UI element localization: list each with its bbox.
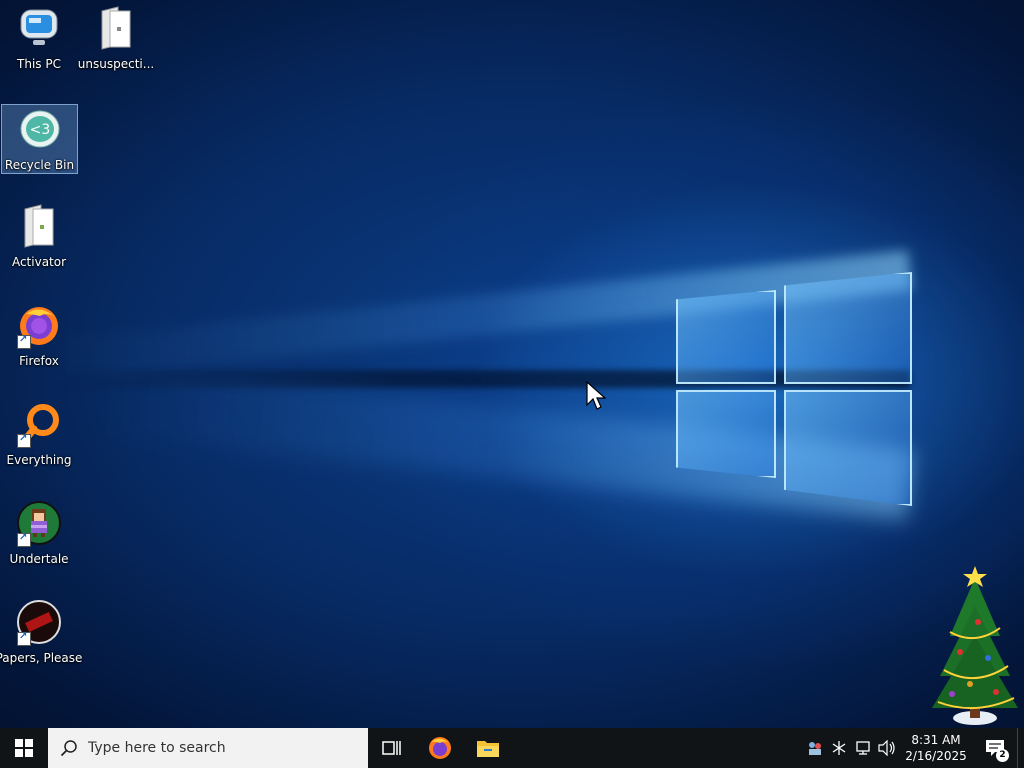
tray-app-icon[interactable]	[803, 728, 827, 768]
shortcut-arrow-icon	[17, 433, 31, 448]
system-tray: 8:31 AM 2/16/2025 2	[803, 728, 1024, 768]
tray-volume-button[interactable]	[875, 728, 899, 768]
file-explorer-icon	[477, 741, 499, 757]
wallpaper-windows-logo-pane	[676, 390, 776, 478]
desktop-icon-recycle-bin[interactable]: <3 Recycle Bin	[1, 104, 78, 174]
tray-snowflake-button[interactable]	[827, 728, 851, 768]
taskbar: Type here to search 8:31 AM 2/16/2025 2	[0, 728, 1024, 768]
wallpaper-light-beam	[42, 250, 913, 381]
christmas-tree-widget-icon[interactable]	[930, 566, 1020, 728]
firefox-icon	[15, 301, 63, 349]
desktop-icon-papers-please[interactable]: Papers, Please	[0, 598, 82, 668]
volume-icon	[878, 740, 895, 756]
shortcut-arrow-icon	[17, 532, 31, 547]
mouse-pointer-icon	[586, 381, 606, 410]
desktop-icon-everything[interactable]: Everything	[1, 400, 77, 470]
svg-text:<3: <3	[29, 122, 50, 138]
clock-time: 8:31 AM	[911, 733, 961, 747]
everything-search-icon	[15, 400, 63, 448]
search-placeholder: Type here to search	[88, 740, 226, 756]
windows-logo-icon	[15, 739, 33, 757]
shortcut-arrow-icon	[17, 631, 31, 646]
file-icon	[92, 4, 140, 52]
start-button[interactable]	[0, 728, 48, 768]
firefox-icon	[429, 737, 451, 759]
action-center-button[interactable]: 2	[973, 728, 1017, 768]
people-network-icon	[809, 742, 821, 755]
desktop-icon-unsuspecting-file[interactable]: unsuspecti...	[78, 4, 154, 74]
network-icon	[856, 741, 870, 755]
taskbar-firefox-button[interactable]	[416, 728, 464, 768]
show-desktop-button[interactable]	[1017, 728, 1024, 768]
snowflake-icon	[832, 741, 846, 755]
task-view-icon	[382, 741, 401, 755]
computer-icon	[15, 4, 63, 52]
notification-count-badge: 2	[996, 749, 1009, 762]
file-icon	[15, 202, 63, 250]
wallpaper-shadow-band	[60, 370, 910, 388]
task-view-button[interactable]	[368, 728, 416, 768]
desktop-icon-firefox[interactable]: Firefox	[1, 301, 77, 371]
tray-network-button[interactable]	[851, 728, 875, 768]
taskbar-search-box[interactable]: Type here to search	[48, 728, 368, 768]
wallpaper-windows-logo-pane	[676, 290, 776, 384]
shortcut-arrow-icon	[17, 334, 31, 349]
taskbar-file-explorer-button[interactable]	[464, 728, 512, 768]
search-icon	[60, 740, 77, 757]
desktop[interactable]: This PC unsuspecti... <3 Recycle Bin Act…	[0, 0, 1024, 728]
wallpaper-windows-logo-pane	[784, 390, 912, 506]
taskbar-clock[interactable]: 8:31 AM 2/16/2025	[899, 732, 973, 764]
desktop-icon-activator[interactable]: Activator	[1, 202, 77, 272]
recycle-bin-icon: <3	[16, 105, 64, 153]
wallpaper-windows-logo-pane	[784, 272, 912, 384]
papers-please-icon	[15, 598, 63, 646]
undertale-icon	[15, 499, 63, 547]
desktop-icon-undertale[interactable]: Undertale	[1, 499, 77, 569]
clock-date: 2/16/2025	[905, 749, 967, 763]
desktop-icon-this-pc[interactable]: This PC	[1, 4, 77, 74]
